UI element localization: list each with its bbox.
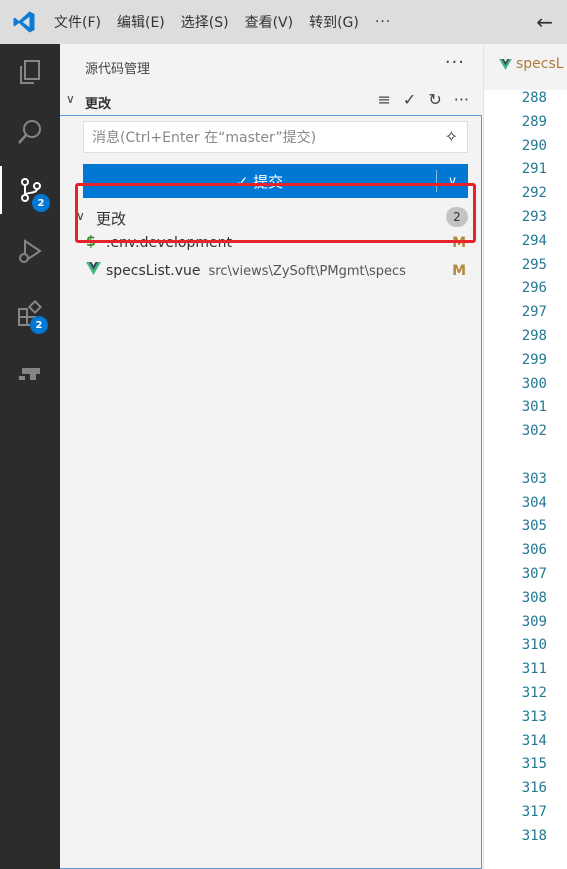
search-icon	[18, 120, 41, 144]
activity-run-debug[interactable]	[0, 228, 60, 276]
activity-extensions[interactable]: 2	[0, 290, 60, 338]
source-control-badge: 2	[32, 194, 50, 212]
menu-more-button[interactable]: ···	[375, 14, 391, 30]
file-status: M	[452, 263, 466, 279]
chevron-down-icon: ∨	[66, 92, 75, 106]
line-number: 308	[521, 589, 547, 606]
vue-file-icon	[86, 262, 101, 279]
sidebar-title: 源代码管理	[85, 62, 151, 77]
editor-tab-specslist[interactable]: specsL	[499, 56, 564, 72]
explorer-icon	[20, 60, 40, 84]
line-number: 313	[521, 708, 547, 725]
section-actions: ≡ ✓ ↻ ···	[366, 90, 469, 109]
line-number: 310	[521, 637, 547, 654]
menu-file[interactable]: 文件(F)	[54, 12, 101, 32]
commit-message-input[interactable]	[84, 122, 434, 154]
file-name: specsList.vue	[106, 263, 201, 279]
changes-section-header[interactable]: ∨ 更改 ≡ ✓ ↻ ···	[60, 90, 483, 114]
vue-file-icon	[499, 58, 512, 70]
tab-label: specsL	[516, 56, 564, 72]
remote-explorer-icon	[19, 368, 40, 380]
run-debug-icon	[19, 239, 42, 263]
extensions-badge: 2	[30, 316, 48, 334]
more-actions-icon[interactable]: ···	[454, 90, 469, 109]
activity-search[interactable]	[0, 108, 60, 156]
line-number: 297	[521, 304, 547, 321]
file-path: src\views\ZySoft\PMgmt\specs	[208, 264, 406, 279]
line-number: 312	[521, 684, 547, 701]
menu-selection[interactable]: 选择(S)	[181, 12, 229, 32]
line-number: 315	[521, 756, 547, 773]
line-number: 314	[521, 732, 547, 749]
vscode-logo-icon	[13, 11, 35, 33]
back-arrow-icon[interactable]: ←	[536, 10, 553, 34]
line-number: 316	[521, 780, 547, 797]
line-number: 303	[521, 470, 547, 487]
line-number: 291	[521, 161, 547, 178]
sparkle-icon[interactable]: ✧	[445, 127, 458, 146]
line-number: 293	[521, 209, 547, 225]
line-number: 300	[521, 375, 547, 392]
line-number: 299	[521, 351, 547, 368]
refresh-icon[interactable]: ↻	[428, 90, 441, 109]
line-number: 318	[521, 827, 547, 844]
section-title: 更改	[85, 97, 112, 112]
line-number: 295	[521, 256, 547, 273]
activity-remote-explorer[interactable]	[0, 350, 60, 398]
line-number: 298	[521, 328, 547, 344]
line-number: 317	[521, 803, 547, 820]
source-control-sidebar: 源代码管理 ··· ∨ 更改 ≡ ✓ ↻ ··· ✧ ✓ 提交 ∨ ∨ 更改 2	[60, 44, 483, 869]
line-number: 302	[521, 423, 547, 440]
editor-area: specsL 288 289 290 291 292 293 294 295 296 297 298…	[483, 44, 567, 869]
line-number: 292	[521, 185, 547, 202]
line-number: 309	[521, 613, 547, 630]
activity-source-control[interactable]: 2	[0, 166, 60, 214]
commit-message-box: ✧	[83, 121, 468, 154]
view-as-list-icon[interactable]: ≡	[378, 90, 391, 109]
menu-go[interactable]: 转到(G)	[309, 12, 359, 32]
line-number: 289	[521, 113, 547, 130]
annotation-highlight-box	[75, 183, 476, 243]
title-bar: 文件(F) 编辑(E) 选择(S) 查看(V) 转到(G) ··· ←	[0, 0, 567, 44]
line-number: 290	[521, 137, 547, 154]
file-row-specslist[interactable]: specsList.vue src\views\ZySoft\PMgmt\spec…	[60, 260, 482, 284]
line-number: 296	[521, 280, 547, 297]
editor-tab-strip: specsL	[484, 44, 567, 90]
activity-bar: 2 2	[0, 44, 60, 869]
line-number: 288	[521, 90, 547, 106]
commit-check-icon[interactable]: ✓	[403, 90, 416, 109]
line-number: 304	[521, 494, 547, 511]
line-number: 306	[521, 542, 547, 559]
line-number: 294	[521, 232, 547, 249]
line-number: 307	[521, 565, 547, 582]
line-number: 311	[521, 661, 547, 678]
file-name-with-path: specsList.vue src\views\ZySoft\PMgmt\spec…	[106, 263, 406, 279]
line-number: 301	[521, 399, 547, 416]
menu-edit[interactable]: 编辑(E)	[117, 12, 165, 32]
menu-view[interactable]: 查看(V)	[245, 12, 294, 32]
line-number: 305	[521, 518, 547, 535]
sidebar-more-button[interactable]: ···	[445, 52, 465, 73]
activity-explorer[interactable]	[0, 48, 60, 96]
